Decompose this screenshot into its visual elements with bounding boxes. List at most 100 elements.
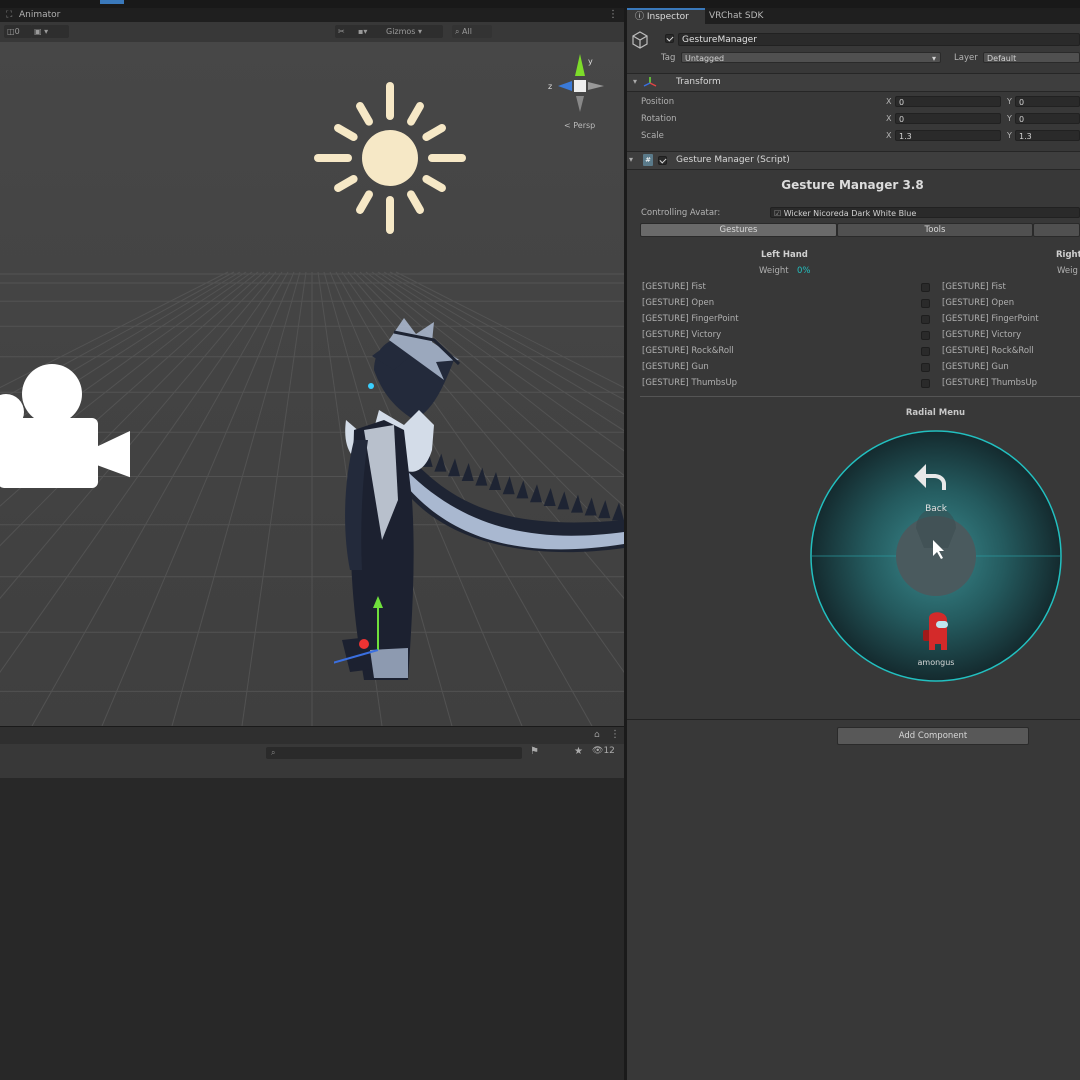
gameobject-cube-icon [632, 31, 648, 49]
avatar-object-icon: ☑ [774, 209, 782, 218]
favorite-icon[interactable]: ★ [574, 746, 583, 757]
tools-icon[interactable]: ✂ [335, 25, 357, 38]
more-icon-2[interactable]: ⋮ [610, 729, 620, 740]
transform-y-field[interactable]: 1.3 [1015, 130, 1080, 141]
camera-button[interactable]: ▪▾ [355, 25, 385, 38]
layers-button[interactable]: ◫0 [4, 25, 32, 38]
avatar-model[interactable] [334, 300, 624, 680]
active-tab-indicator [100, 0, 124, 4]
persp-label[interactable]: < Persp [564, 121, 595, 130]
right-gesture-item[interactable]: [GESTURE] FingerPoint [942, 314, 1039, 324]
render-mode-button[interactable]: ▣ ▾ [31, 25, 69, 38]
visible-count-badge[interactable]: 👁12 [592, 746, 615, 756]
scene-tab-bar: ⛶ Animator ⋮ [0, 8, 624, 22]
x-axis-label: X [886, 114, 892, 123]
left-gesture-checkbox[interactable] [921, 315, 930, 324]
left-gesture-checkbox[interactable] [921, 299, 930, 308]
layer-label: Layer [954, 53, 978, 63]
right-weight-label: Weig [1057, 266, 1078, 276]
tab-vrchat-sdk[interactable]: VRChat SDK [701, 8, 771, 24]
tag-label: Tag [661, 53, 676, 63]
right-gesture-item[interactable]: [GESTURE] Open [942, 298, 1014, 308]
transform-icon [643, 77, 657, 87]
left-hand-title: Left Hand [761, 250, 808, 260]
y-axis-label: Y [1007, 97, 1012, 106]
script-header-title: Gesture Manager (Script) [676, 155, 790, 165]
right-gesture-item[interactable]: [GESTURE] Fist [942, 282, 1006, 292]
transform-title: Transform [676, 77, 721, 87]
transform-x-field[interactable]: 0 [895, 96, 1001, 107]
transform-x-field[interactable]: 1.3 [895, 130, 1001, 141]
script-file-icon: # [643, 154, 653, 166]
scene-status-bar: ⌂ ⋮ [0, 726, 624, 745]
gizmos-dropdown[interactable]: Gizmos ▾ [383, 25, 443, 38]
transform-header[interactable]: ▾ Transform [627, 73, 1080, 92]
left-gesture-checkbox[interactable] [921, 379, 930, 388]
scene-toolbar: ◫0 ▣ ▾ ✂ ▪▾ Gizmos ▾ ⌕ All [0, 22, 624, 43]
active-checkbox[interactable] [665, 34, 674, 43]
camera-gizmo-icon[interactable] [0, 360, 130, 490]
transform-y-field[interactable]: 0 [1015, 113, 1080, 124]
radial-amongus-label[interactable]: amongus [918, 658, 955, 667]
controlling-avatar-label: Controlling Avatar: [641, 208, 721, 218]
left-gesture-item[interactable]: [GESTURE] Open [642, 298, 714, 308]
gesture-manager-title: Gesture Manager 3.8 [781, 178, 924, 192]
scene-viewport[interactable]: y z < Persp [0, 42, 624, 726]
transform-label: Position [641, 97, 675, 107]
object-name-field[interactable]: GestureManager [678, 33, 1080, 46]
lock-icon[interactable]: ⌂ [594, 730, 600, 740]
left-gesture-item[interactable]: [GESTURE] Fist [642, 282, 706, 292]
y-axis-label: Y [1007, 114, 1012, 123]
radial-back-label[interactable]: Back [925, 504, 948, 514]
inspector-panel: GestureManager Tag Untagged ▾ Layer Defau… [627, 24, 1080, 1080]
radial-menu[interactable]: Back amongus [808, 428, 1064, 684]
directional-light-sun-icon[interactable] [310, 78, 470, 238]
separator [627, 719, 1080, 720]
left-gesture-checkbox[interactable] [921, 347, 930, 356]
controlling-avatar-field[interactable]: ☑ Wicker Nicoreda Dark White Blue [770, 207, 1080, 218]
axis-y-label: y [588, 57, 593, 66]
transform-y-field[interactable]: 0 [1015, 96, 1080, 107]
filter-icon[interactable]: ⚑ [530, 746, 539, 757]
right-gesture-item[interactable]: [GESTURE] ThumbsUp [942, 378, 1037, 388]
script-enabled-checkbox[interactable] [658, 156, 667, 165]
more-icon[interactable]: ⋮ [608, 9, 618, 20]
tab-more[interactable] [1033, 223, 1080, 237]
top-strip [0, 0, 1080, 8]
transform-x-field[interactable]: 0 [895, 113, 1001, 124]
tab-tools[interactable]: Tools [837, 223, 1033, 237]
chevron-down-icon: ▾ [931, 54, 936, 63]
transform-label: Rotation [641, 114, 677, 124]
layers-icon: ◫ [7, 27, 15, 36]
y-axis-label: Y [1007, 131, 1012, 140]
left-weight-value: 0% [797, 266, 811, 276]
console-body [0, 778, 624, 1080]
layer-dropdown[interactable]: Default [983, 52, 1080, 63]
tag-dropdown[interactable]: Untagged ▾ [681, 52, 941, 63]
radial-menu-title: Radial Menu [905, 408, 966, 418]
axis-z-label: z [548, 82, 552, 91]
x-axis-label: X [886, 97, 892, 106]
left-gesture-checkbox[interactable] [921, 331, 930, 340]
transform-label: Scale [641, 131, 664, 141]
left-gesture-checkbox[interactable] [921, 363, 930, 372]
separator [640, 396, 1080, 397]
tab-animator[interactable]: Animator [19, 10, 60, 20]
left-gesture-checkbox[interactable] [921, 283, 930, 292]
console-search-input[interactable]: ⌕ [266, 747, 522, 759]
right-gesture-item[interactable]: [GESTURE] Gun [942, 362, 1009, 372]
left-gesture-item[interactable]: [GESTURE] FingerPoint [642, 314, 739, 324]
animator-icon: ⛶ [6, 10, 13, 20]
left-gesture-item[interactable]: [GESTURE] Rock&Roll [642, 346, 734, 356]
scene-search-input[interactable]: ⌕ All [452, 25, 492, 38]
script-header[interactable]: ▾ # Gesture Manager (Script) [627, 151, 1080, 170]
left-gesture-item[interactable]: [GESTURE] Victory [642, 330, 721, 340]
console-toolbar: ⌕ ⚑ ★ 👁12 [0, 744, 624, 779]
right-gesture-item[interactable]: [GESTURE] Rock&Roll [942, 346, 1034, 356]
left-gesture-item[interactable]: [GESTURE] Gun [642, 362, 709, 372]
tab-gestures[interactable]: Gestures [640, 223, 837, 237]
scene-orientation-gizmo[interactable]: y z < Persp [544, 50, 614, 140]
left-gesture-item[interactable]: [GESTURE] ThumbsUp [642, 378, 737, 388]
right-gesture-item[interactable]: [GESTURE] Victory [942, 330, 1021, 340]
add-component-button[interactable]: Add Component [837, 727, 1029, 745]
